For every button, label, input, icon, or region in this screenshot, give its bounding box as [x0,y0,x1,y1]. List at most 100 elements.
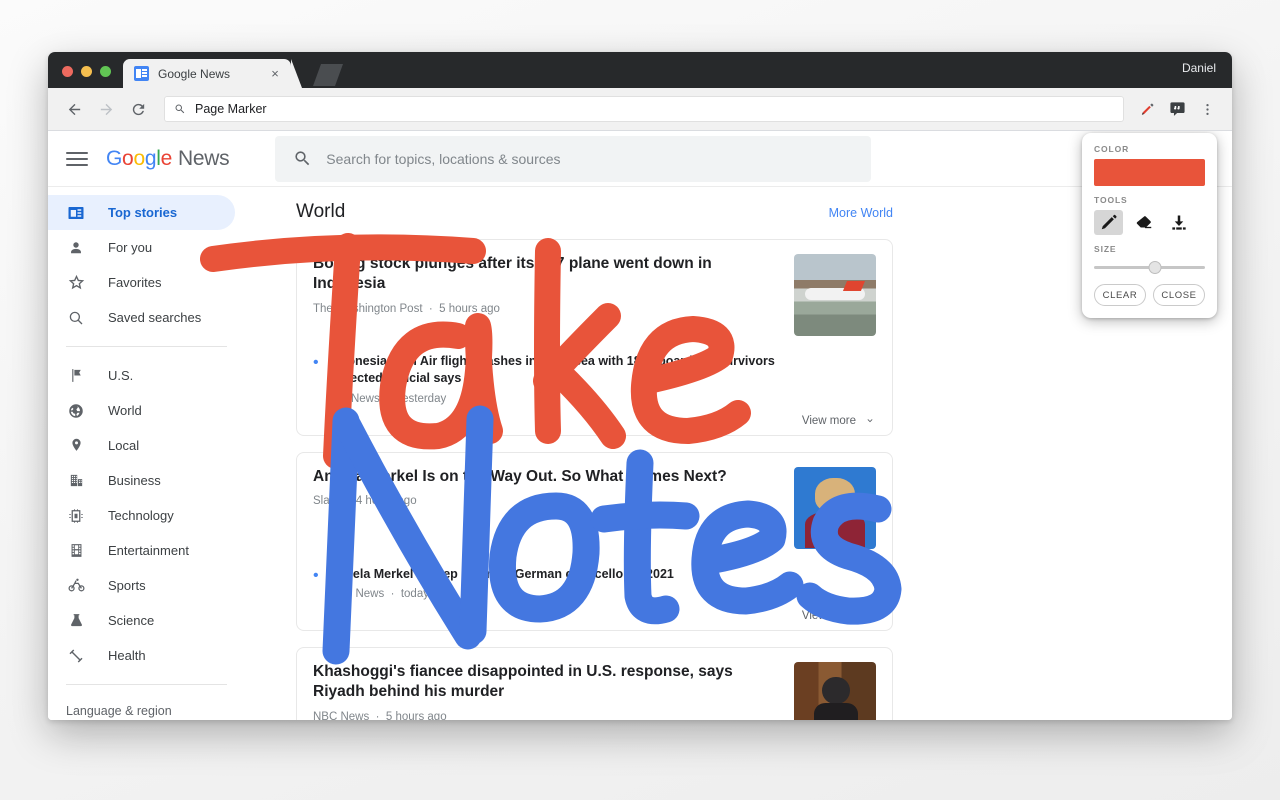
new-tab-button[interactable] [313,64,343,86]
clear-button[interactable]: CLEAR [1094,284,1146,306]
page-viewport: Google News Search for topics, locations … [48,131,1232,720]
sidebar-item-label: For you [108,240,153,255]
sidebar-divider-top [66,346,227,347]
tools-label: TOOLS [1094,195,1128,205]
chevron-down-icon [867,418,873,422]
location-pin-icon [66,436,86,456]
eraser-tool-button[interactable] [1129,210,1158,235]
google-news-header: Google News Search for topics, locations … [48,131,1232,187]
sub-story-source: BBC News · today [328,587,429,600]
speech-bubble-icon[interactable] [1164,96,1190,122]
section-header: World More World [296,187,893,223]
flask-icon [66,611,86,631]
color-section: COLOR [1094,144,1205,186]
card-title[interactable]: Angela Merkel Is on the Way Out. So What… [313,467,782,487]
omnibox[interactable]: Page Marker [164,96,1124,122]
sidebar-item-saved-searches[interactable]: Saved searches [48,300,235,335]
maximize-window-button[interactable] [100,66,111,77]
size-label: SIZE [1094,244,1117,254]
sidebar-item-sports[interactable]: Sports [48,568,235,603]
tab-google-news[interactable]: Google News × [123,59,302,88]
source-name: Slate [313,494,340,507]
sidebar-item-label: Health [108,648,146,663]
overflow-menu-icon[interactable] [1194,96,1220,122]
sub-story[interactable]: • Angela Merkel to step down as German c… [313,566,876,600]
page-body: Top stories For you Favorites Saved sear… [48,187,1232,720]
pencil-icon [1101,214,1117,230]
minimize-window-button[interactable] [81,66,92,77]
sidebar-item-label: Technology [108,508,174,523]
reload-icon[interactable] [124,95,152,123]
page-marker-pencil-icon[interactable] [1134,96,1160,122]
sub-story-title[interactable]: Indonesia Lion Air flight crashes into t… [329,353,786,388]
logo-letter: g [144,146,157,170]
back-icon[interactable] [60,95,88,123]
sidebar-item-label: Saved searches [108,310,202,325]
sidebar-item-label: Top stories [108,205,178,220]
sidebar-item-science[interactable]: Science [48,603,235,638]
sub-story[interactable]: • Indonesia Lion Air flight crashes into… [313,353,876,405]
tab-strip: Google News × Daniel [48,52,1232,88]
news-card[interactable]: Angela Merkel Is on the Way Out. So What… [296,451,893,631]
sidebar-item-label: Sports [108,578,146,593]
view-more-label: View more [801,414,856,427]
hamburger-menu-icon[interactable] [66,148,88,170]
pencil-tool-button[interactable] [1094,210,1123,235]
color-swatch[interactable] [1094,159,1205,186]
sidebar-item-us[interactable]: U.S. [48,358,235,393]
size-section: SIZE [1094,244,1205,275]
size-slider[interactable] [1094,259,1205,275]
globe-icon [66,401,86,421]
card-title[interactable]: Boeing stock plunges after its 737 plane… [313,254,782,295]
sidebar-item-label: Local [108,438,140,453]
search-input[interactable]: Search for topics, locations & sources [275,135,872,182]
omnibox-value: Page Marker [195,102,267,116]
sidebar-item-health[interactable]: Health [48,638,235,673]
sub-story-title[interactable]: Angela Merkel to step down as German cha… [329,566,674,583]
view-more-button[interactable]: View more [313,415,876,427]
bullet-icon: • [313,354,319,371]
view-more-label: View more [801,609,856,622]
sidebar-item-favorites[interactable]: Favorites [48,265,235,300]
sidebar-item-technology[interactable]: Technology [48,498,235,533]
browser-toolbar: Page Marker [48,88,1232,131]
page-title: World [296,201,346,222]
sidebar-item-local[interactable]: Local [48,428,235,463]
sidebar-item-entertainment[interactable]: Entertainment [48,533,235,568]
bullet-icon: • [313,566,319,584]
more-world-link[interactable]: More World [829,206,893,220]
logo-news-word: News [177,146,230,170]
tab-title: Google News [158,66,231,81]
sidebar-item-business[interactable]: Business [48,463,235,498]
flag-icon [66,366,86,386]
dumbbell-icon [66,646,86,666]
slider-thumb[interactable] [1148,260,1162,274]
sidebar-item-world[interactable]: World [48,393,235,428]
logo-letter: e [160,146,173,170]
lion-air-plane-photo [794,254,876,336]
language-region-setting[interactable]: Language & region English | United State… [48,696,247,720]
view-more-button[interactable]: View more [313,610,876,622]
card-title[interactable]: Khashoggi's fiancee disappointed in U.S.… [313,662,782,703]
source-name: The Washington Post [313,302,423,315]
download-tool-button[interactable] [1164,210,1193,235]
sidebar-divider-bottom [66,684,227,685]
browser-window: Google News × Daniel Page Marker Google … [48,52,1232,720]
sidebar-item-top-stories[interactable]: Top stories [48,195,235,230]
sidebar-item-label: Favorites [108,275,162,290]
sidebar-item-label: Science [108,613,155,628]
news-card[interactable]: Boeing stock plunges after its 737 plane… [296,239,893,436]
star-icon [66,273,86,293]
close-window-button[interactable] [62,66,73,77]
news-card[interactable]: Khashoggi's fiancee disappointed in U.S.… [296,646,893,720]
sidebar-item-label: U.S. [108,368,134,383]
office-building-icon [66,471,86,491]
sidebar-item-for-you[interactable]: For you [48,230,235,265]
profile-name[interactable]: Daniel [1182,61,1216,75]
search-icon [175,104,185,114]
source-name: Fox News [328,392,380,405]
sub-story-source: Fox News · yesterday [328,392,447,405]
card-source: NBC News · 5 hours ago [313,711,782,720]
close-button[interactable]: CLOSE [1153,284,1205,306]
close-icon[interactable]: × [267,67,283,80]
